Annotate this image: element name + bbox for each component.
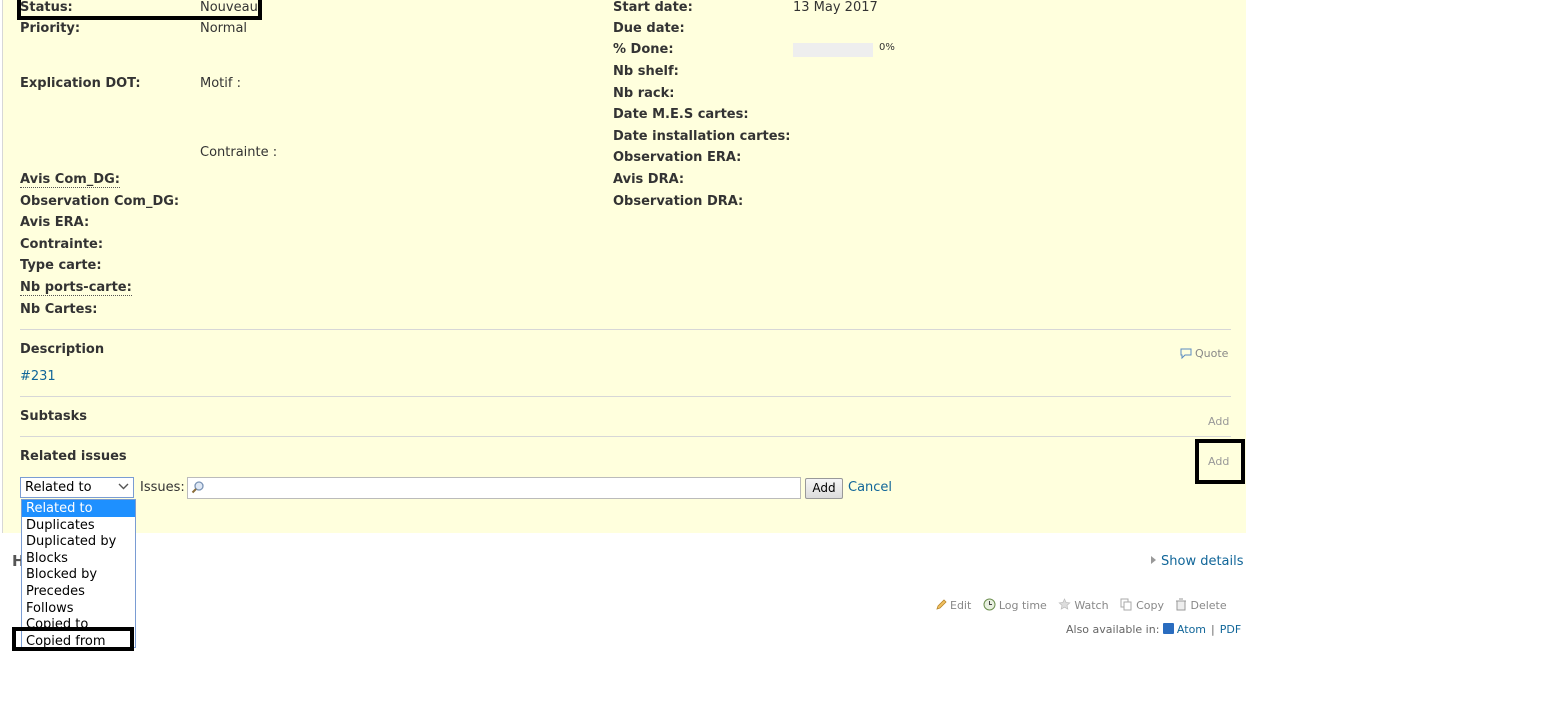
show-details-link[interactable]: Show details [1151,554,1244,569]
divider [20,396,1231,397]
related-issues-title: Related issues [20,449,127,464]
relation-type-dropdown[interactable]: Related to Duplicates Duplicated by Bloc… [21,499,136,648]
quote-link[interactable]: Quote [1180,347,1228,360]
done-percent: 0% [879,42,895,53]
atom-link[interactable]: Atom [1177,623,1206,636]
edit-action[interactable]: Edit [935,599,971,612]
avis-com-dg-label-text: Avis Com_DG: [20,172,120,188]
separator: | [1211,623,1215,636]
divider [20,329,1231,330]
also-available: Also available in: Atom | PDF [1066,623,1241,636]
quote-icon [1180,348,1192,360]
explication-motif-value: Motif : [200,76,241,91]
add-relation-button[interactable]: Add [805,478,843,499]
issues-input[interactable] [187,477,801,499]
delete-action[interactable]: Delete [1175,598,1227,612]
log-time-label[interactable]: Log time [999,599,1047,612]
cancel-link[interactable]: Cancel [848,480,892,495]
quote-label[interactable]: Quote [1195,347,1228,360]
search-icon [191,481,204,494]
contrainte-label: Contrainte: [20,237,104,252]
option-related-to[interactable]: Related to [22,500,135,517]
observation-era-label: Observation ERA: [613,150,742,165]
also-available-label: Also available in: [1066,623,1160,636]
observation-dra-label: Observation DRA: [613,194,744,209]
add-highlight-box [1195,439,1245,484]
watch-action[interactable]: Watch [1058,598,1109,612]
clock-icon [983,598,996,611]
triangle-right-icon [1151,556,1156,564]
star-icon [1058,598,1071,610]
option-blocked-by[interactable]: Blocked by [22,566,135,583]
option-precedes[interactable]: Precedes [22,583,135,600]
subtasks-add-link[interactable]: Add [1208,415,1229,428]
issue-details-panel [2,0,1246,533]
pdf-link[interactable]: PDF [1220,623,1241,636]
explication-dot-label: Explication DOT: [20,76,141,91]
description-issue-link[interactable]: #231 [20,369,56,384]
description-title: Description [20,342,105,357]
watch-label[interactable]: Watch [1074,599,1108,612]
observation-com-dg-label: Observation Com_DG: [20,194,180,209]
option-duplicates[interactable]: Duplicates [22,517,135,534]
edit-label[interactable]: Edit [950,599,971,612]
status-highlight-box [17,0,262,20]
show-details-label[interactable]: Show details [1161,554,1244,569]
option-follows[interactable]: Follows [22,600,135,617]
divider [20,436,1231,437]
pencil-icon [936,599,947,610]
nb-ports-carte-label: Nb ports-carte: [20,280,132,296]
priority-value: Normal [200,21,248,36]
chevron-down-icon [118,483,129,490]
done-label: % Done: [613,42,674,57]
due-date-label: Due date: [613,21,685,36]
trash-icon [1176,598,1187,611]
nb-shelf-label: Nb shelf: [613,64,679,79]
nb-ports-carte-label-text: Nb ports-carte: [20,280,132,296]
copy-label[interactable]: Copy [1136,599,1164,612]
done-progress-bar [793,43,873,57]
explication-contrainte-value: Contrainte : [200,145,278,160]
nb-rack-label: Nb rack: [613,86,675,101]
nb-cartes-label: Nb Cartes: [20,302,98,317]
type-carte-label: Type carte: [20,258,102,273]
option-blocks[interactable]: Blocks [22,550,135,567]
avis-dra-label: Avis DRA: [613,172,685,187]
avis-era-label: Avis ERA: [20,215,90,230]
copy-icon [1120,598,1132,611]
option-duplicated-by[interactable]: Duplicated by [22,533,135,550]
date-installation-cartes-label: Date installation cartes: [613,129,791,144]
avis-com-dg-label: Avis Com_DG: [20,172,120,188]
start-date-value: 13 May 2017 [793,0,878,15]
priority-label: Priority: [20,21,81,36]
start-date-label: Start date: [613,0,693,15]
date-mes-cartes-label: Date M.E.S cartes: [613,107,749,122]
log-time-action[interactable]: Log time [983,598,1047,612]
copy-action[interactable]: Copy [1120,598,1164,612]
issues-label: Issues: [140,480,185,495]
rss-icon [1162,623,1174,634]
relation-type-value: Related to [25,480,92,495]
subtasks-title: Subtasks [20,409,88,424]
delete-label[interactable]: Delete [1190,599,1226,612]
issue-actions: Edit Log time Watch Copy Delete [927,598,1227,612]
copied-from-highlight-box [12,627,134,651]
relation-type-select[interactable]: Related to [20,477,134,498]
